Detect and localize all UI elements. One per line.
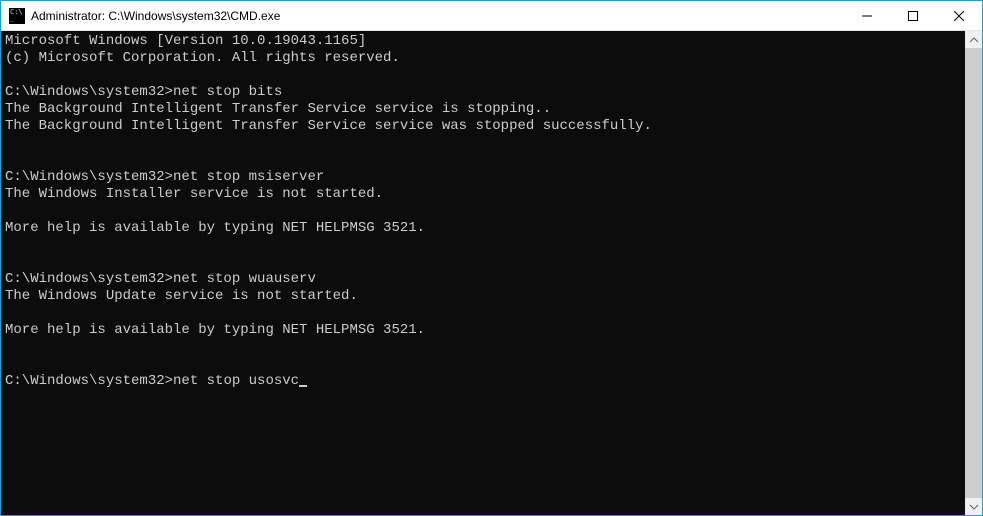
terminal-line: The Windows Installer service is not sta… — [5, 186, 961, 203]
window-title: Administrator: C:\Windows\system32\CMD.e… — [31, 9, 844, 23]
terminal-line: The Background Intelligent Transfer Serv… — [5, 101, 961, 118]
maximize-button[interactable] — [890, 1, 936, 30]
prompt: C:\Windows\system32> — [5, 373, 173, 390]
vertical-scrollbar[interactable] — [965, 31, 982, 515]
scroll-up-button[interactable] — [965, 31, 982, 48]
terminal-line: C:\Windows\system32>net stop wuauserv — [5, 271, 961, 288]
terminal-line: The Windows Update service is not starte… — [5, 288, 961, 305]
terminal-line: C:\Windows\system32>net stop msiserver — [5, 169, 961, 186]
maximize-icon — [908, 11, 918, 21]
text-cursor — [299, 373, 307, 387]
titlebar[interactable]: Administrator: C:\Windows\system32\CMD.e… — [1, 1, 982, 31]
terminal-line — [5, 305, 961, 322]
terminal-line — [5, 135, 961, 152]
close-icon — [954, 11, 964, 21]
terminal-line: (c) Microsoft Corporation. All rights re… — [5, 50, 961, 67]
terminal-line — [5, 203, 961, 220]
terminal-line — [5, 152, 961, 169]
terminal-output[interactable]: Microsoft Windows [Version 10.0.19043.11… — [1, 31, 965, 515]
terminal-line: More help is available by typing NET HEL… — [5, 322, 961, 339]
close-button[interactable] — [936, 1, 982, 30]
terminal-line: More help is available by typing NET HEL… — [5, 220, 961, 237]
window-controls — [844, 1, 982, 30]
command-input[interactable]: net stop usosvc — [173, 373, 299, 390]
terminal-line — [5, 67, 961, 84]
terminal-line — [5, 237, 961, 254]
terminal-line: C:\Windows\system32>net stop bits — [5, 84, 961, 101]
terminal-line: Microsoft Windows [Version 10.0.19043.11… — [5, 33, 961, 50]
scroll-track[interactable] — [965, 48, 982, 498]
terminal-line — [5, 254, 961, 271]
chevron-down-icon — [969, 502, 979, 512]
scroll-thumb[interactable] — [965, 48, 982, 498]
terminal-container: Microsoft Windows [Version 10.0.19043.11… — [1, 31, 982, 515]
terminal-input-line[interactable]: C:\Windows\system32>net stop usosvc — [5, 373, 961, 390]
cmd-window: Administrator: C:\Windows\system32\CMD.e… — [1, 1, 982, 515]
terminal-line: The Background Intelligent Transfer Serv… — [5, 118, 961, 135]
cmd-icon — [9, 8, 25, 24]
scroll-down-button[interactable] — [965, 498, 982, 515]
minimize-icon — [862, 11, 872, 21]
minimize-button[interactable] — [844, 1, 890, 30]
terminal-line — [5, 339, 961, 356]
terminal-line — [5, 356, 961, 373]
chevron-up-icon — [969, 35, 979, 45]
